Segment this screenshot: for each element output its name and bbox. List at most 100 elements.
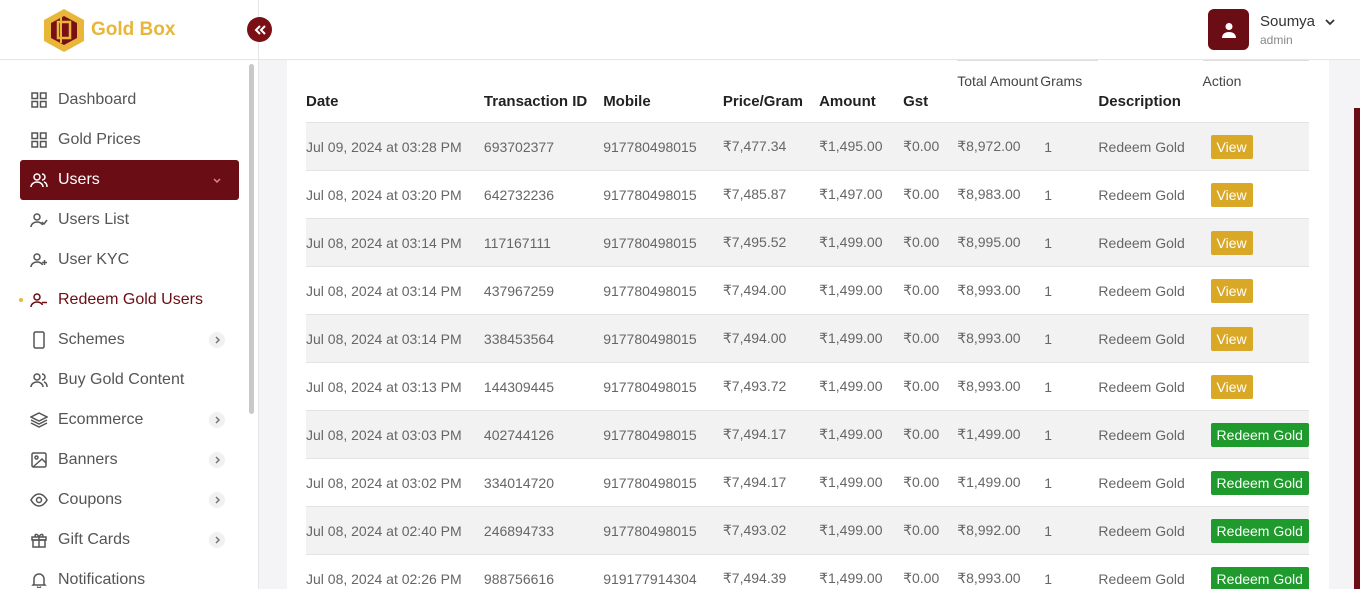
gold-box-logo (44, 9, 84, 52)
col-header-grams[interactable]: Grams (1040, 60, 1099, 123)
view-button[interactable]: View (1210, 182, 1253, 207)
cell-gst: ₹0.00 (903, 426, 940, 442)
view-button[interactable]: View (1210, 278, 1253, 303)
sidebar-item-label: Dashboard (58, 91, 137, 108)
sidebar-item-users-list[interactable]: Users List (20, 200, 239, 240)
cell-amount: ₹1,499.00 (819, 330, 883, 346)
collapse-sidebar-button[interactable] (247, 17, 272, 42)
cell-total-amount: ₹8,992.00 (957, 522, 1021, 538)
cell-mobile: 917780498015 (603, 330, 697, 347)
col-header-date[interactable]: Date (306, 61, 484, 123)
redeem-gold-button[interactable]: Redeem Gold (1210, 470, 1309, 495)
col-header-description[interactable]: Description (1098, 61, 1202, 123)
col-header-mobile[interactable]: Mobile (603, 61, 723, 123)
cell-transaction-id: 402744126 (483, 426, 554, 443)
sidebar-item-gift-cards[interactable]: Gift Cards (20, 520, 239, 560)
col-header-price-gram[interactable]: Price/Gram (723, 61, 819, 123)
cell-transaction-id: 693702377 (483, 138, 554, 155)
user-name[interactable]: Soumya (1260, 13, 1315, 30)
view-button[interactable]: View (1210, 134, 1253, 159)
cell-date: Jul 08, 2024 at 03:03 PM (306, 426, 462, 443)
cell-transaction-id: 246894733 (483, 522, 554, 539)
sidebar-item-banners[interactable]: Banners (20, 440, 239, 480)
cell-grams: 1 (1044, 186, 1053, 203)
col-header-gst[interactable]: Gst (903, 61, 957, 123)
sidebar-item-gold-prices[interactable]: Gold Prices (20, 120, 239, 160)
cell-price-gram: ₹7,494.39 (722, 570, 787, 587)
cell-grams: 1 (1044, 426, 1053, 443)
cell-price-gram: ₹7,493.02 (722, 522, 787, 538)
table-row: Jul 08, 2024 at 03:20 PM 642732236 9177804… (306, 170, 1309, 219)
table-row: Jul 08, 2024 at 03:14 PM 437967259 9177804… (306, 266, 1309, 315)
cell-amount: ₹1,499.00 (819, 474, 883, 490)
page-scrollbar[interactable] (1354, 108, 1360, 589)
cell-amount: ₹1,495.00 (819, 138, 883, 154)
cell-date: Jul 08, 2024 at 03:14 PM (306, 282, 462, 299)
sidebar-item-label: Redeem Gold Users (58, 291, 203, 308)
view-button[interactable]: View (1210, 326, 1253, 351)
eye-icon (30, 491, 48, 509)
cell-description: Redeem Gold (1098, 330, 1185, 347)
cell-amount: ₹1,497.00 (819, 186, 883, 202)
sidebar-item-users[interactable]: Users (20, 160, 239, 200)
sidebar-nav: Dashboard Gold Prices Users Users List U… (19, 80, 239, 589)
cell-price-gram: ₹7,494.00 (722, 330, 787, 346)
table-row: Jul 09, 2024 at 03:28 PM 693702377 9177804… (306, 122, 1309, 171)
sidebar-item-schemes[interactable]: Schemes (20, 320, 239, 360)
sidebar-item-label: User KYC (58, 251, 130, 268)
redeem-gold-button[interactable]: Redeem Gold (1210, 422, 1309, 447)
sidebar-item-ecommerce[interactable]: Ecommerce (20, 400, 239, 440)
user-role: admin (1260, 33, 1293, 47)
chevron-right-icon (209, 452, 225, 468)
cell-transaction-id: 642732236 (483, 186, 554, 203)
chevron-down-icon[interactable] (1324, 16, 1336, 28)
sidebar-item-notifications[interactable]: Notifications (20, 560, 239, 589)
app: Gold Box Dashboard Gold Prices Users Use… (0, 0, 1360, 589)
table-body: Jul 09, 2024 at 03:28 PM 693702377 9177804… (306, 122, 1309, 589)
table-row: Jul 08, 2024 at 02:40 PM 246894733 9177804… (306, 506, 1309, 555)
view-button[interactable]: View (1210, 374, 1253, 399)
redeem-gold-button[interactable]: Redeem Gold (1210, 518, 1309, 543)
cell-transaction-id: 988756616 (483, 570, 554, 587)
cell-action: View (1203, 171, 1309, 219)
cell-gst: ₹0.00 (903, 282, 940, 298)
grid-icon (30, 131, 48, 149)
phone-icon (30, 331, 48, 349)
cell-grams: 1 (1044, 474, 1053, 491)
redeem-gold-button[interactable]: Redeem Gold (1210, 566, 1309, 589)
cell-action: Redeem Gold (1203, 555, 1309, 589)
sidebar-item-label: Ecommerce (58, 411, 144, 428)
sidebar-item-label: Buy Gold Content (58, 371, 185, 388)
cell-total-amount: ₹1,499.00 (957, 426, 1021, 442)
sidebar-item-user-kyc[interactable]: User KYC (20, 240, 239, 280)
sidebar-item-label: Banners (58, 451, 118, 468)
sidebar-item-label: Notifications (58, 571, 146, 588)
cell-transaction-id: 117167111 (483, 234, 551, 251)
cell-price-gram: ₹7,477.34 (722, 138, 787, 154)
cell-mobile: 917780498015 (603, 138, 697, 155)
transactions-table: Date Transaction ID Mobile Price/Gram Am… (306, 60, 1309, 589)
sidebar-item-redeem-gold-users[interactable]: Redeem Gold Users (19, 280, 239, 320)
sidebar-scrollbar[interactable] (249, 64, 254, 414)
view-button[interactable]: View (1210, 230, 1253, 255)
cell-mobile: 919177914304 (603, 570, 697, 587)
cell-gst: ₹0.00 (903, 138, 940, 154)
cell-gst: ₹0.00 (903, 378, 940, 394)
table-row: Jul 08, 2024 at 03:02 PM 334014720 9177804… (306, 458, 1309, 507)
sidebar-item-buy-gold-content[interactable]: Buy Gold Content (20, 360, 239, 400)
cell-grams: 1 (1044, 282, 1053, 299)
cell-total-amount: ₹8,983.00 (957, 186, 1021, 202)
user-plus-icon (30, 251, 48, 269)
sidebar-item-label: Schemes (58, 331, 125, 348)
cell-amount: ₹1,499.00 (819, 378, 883, 394)
gift-icon (30, 531, 48, 549)
cell-total-amount: ₹8,993.00 (957, 330, 1021, 346)
sidebar-item-dashboard[interactable]: Dashboard (20, 80, 239, 120)
avatar[interactable] (1208, 9, 1249, 50)
col-header-transaction-id[interactable]: Transaction ID (484, 61, 603, 123)
cell-action: View (1203, 219, 1309, 267)
col-header-amount[interactable]: Amount (819, 61, 903, 123)
col-header-total-amount[interactable]: Total Amount (957, 60, 1041, 123)
cell-amount: ₹1,499.00 (819, 570, 883, 587)
sidebar-item-coupons[interactable]: Coupons (20, 480, 239, 520)
